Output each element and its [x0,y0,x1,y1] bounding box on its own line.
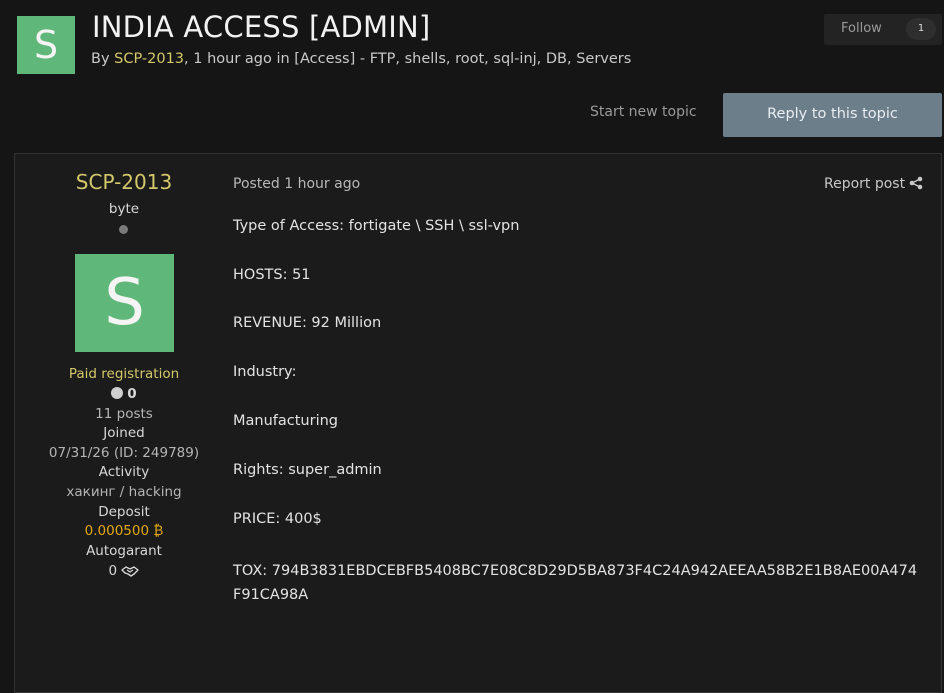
post-line-manufacturing: Manufacturing [233,413,338,429]
follow-button[interactable]: Follow 1 [824,14,942,45]
post-line-price: PRICE: 400$ [233,511,322,527]
joined-value: 07/31/26 (ID: 249789) [48,445,200,461]
avatar-letter: S [33,23,59,67]
reputation-value: 0 [127,386,137,402]
by-label: By [91,51,110,67]
topic-byline: By SCP-2013, 1 hour ago in [Access] - FT… [91,51,631,67]
topic-meta: , 1 hour ago in [Access] - FTP, shells, … [184,51,632,67]
post-line-access-type: Type of Access: fortigate \ SSH \ ssl-vp… [233,218,520,234]
post-line-hosts: HOSTS: 51 [233,267,311,283]
post-timestamp: Posted 1 hour ago [233,176,360,192]
follow-count-badge: 1 [906,18,936,40]
autogarant-count: 0 [108,563,118,579]
page-title: INDIA ACCESS [ADMIN] [92,10,431,44]
follow-label: Follow [841,21,882,36]
reputation-icon [111,387,124,399]
post-line-industry: Industry: [233,364,297,380]
start-new-topic-link[interactable]: Start new topic [590,104,697,120]
deposit-amount: 0.000500 [84,523,150,539]
posted-label: Posted [233,176,280,192]
deposit-value: 0.000500 ₿ [40,523,208,539]
post-line-revenue: REVENUE: 92 Million [233,315,382,331]
author-group: Paid registration [68,366,180,382]
activity-value: хакинг / hacking [66,484,182,500]
handshake-icon [121,565,140,581]
author-name-link[interactable]: SCP-2013 [40,170,208,194]
activity-label: Activity [98,464,150,480]
online-status-icon [119,225,128,234]
autogarant-value: 0 [40,563,208,581]
post-line-tox: TOX: 794B3831EBDCEBFB5408BC7E08C8D29D5BA… [233,563,918,603]
report-post-link[interactable]: Report post [824,176,905,192]
share-icon[interactable] [909,176,923,190]
author-avatar[interactable]: S [75,254,174,352]
deposit-label: Deposit [98,504,150,520]
topic-author-link[interactable]: SCP-2013 [114,51,184,67]
post-count: 11 posts [95,406,153,422]
bitcoin-icon: ₿ [153,523,164,539]
post-line-rights: Rights: super_admin [233,462,382,478]
avatar-letter: S [104,266,145,340]
autogarant-label: Autogarant [86,543,162,559]
joined-label: Joined [103,425,145,441]
posted-time-link[interactable]: 1 hour ago [284,176,360,192]
reply-to-topic-button[interactable]: Reply to this topic [723,93,942,137]
reputation: 0 [40,386,208,402]
topic-author-avatar[interactable]: S [17,16,75,74]
post-container: SCP-2013 byte S Paid registration 0 11 p… [14,153,942,693]
author-rank: byte [108,201,140,217]
